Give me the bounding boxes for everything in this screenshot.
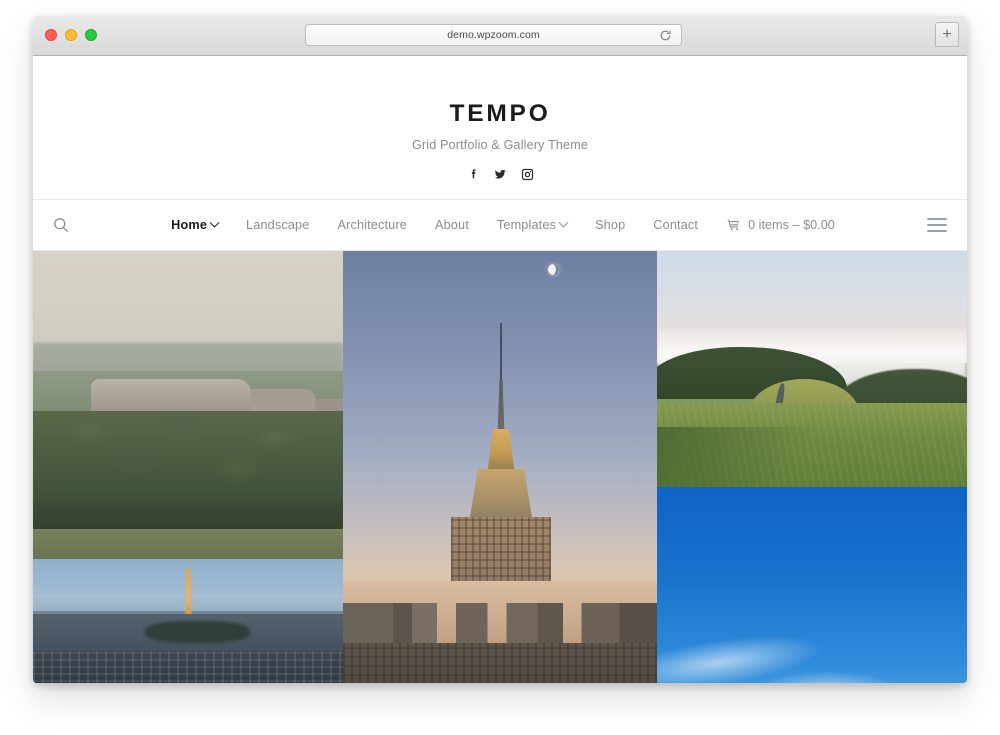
grid-column-center bbox=[343, 251, 657, 683]
nav-item-label: About bbox=[434, 218, 469, 232]
nav-item-label: Templates bbox=[496, 218, 557, 232]
nav-item-label: Architecture bbox=[337, 218, 407, 232]
chevron-down-icon bbox=[209, 217, 220, 228]
photo-mountain-peak[interactable] bbox=[657, 487, 967, 683]
facebook-icon[interactable] bbox=[466, 167, 481, 182]
nav-item-landscape[interactable]: Landscape bbox=[232, 218, 323, 232]
zoom-window-button[interactable] bbox=[85, 29, 97, 41]
nav-item-home[interactable]: Home bbox=[157, 217, 232, 232]
primary-menu: Home Landscape Architecture About Templa… bbox=[151, 217, 849, 232]
search-icon[interactable] bbox=[51, 215, 71, 235]
site-header: TEMPO Grid Portfolio & Gallery Theme bbox=[33, 56, 967, 183]
browser-titlebar: demo.wpzoom.com + bbox=[33, 16, 967, 56]
photo-layer-park bbox=[144, 621, 250, 643]
address-bar[interactable]: demo.wpzoom.com bbox=[305, 24, 682, 46]
photo-tokyo-skyline[interactable] bbox=[33, 559, 343, 683]
grid-column-left bbox=[33, 251, 343, 683]
browser-window: demo.wpzoom.com + TEMPO Grid Portfolio &… bbox=[33, 16, 967, 683]
site-title: TEMPO bbox=[449, 100, 551, 127]
nav-item-shop[interactable]: Shop bbox=[581, 218, 639, 232]
reload-icon[interactable] bbox=[659, 29, 672, 42]
photo-layer-foreground-buildings bbox=[343, 643, 657, 683]
cart-label: 0 items – $0.00 bbox=[748, 218, 835, 232]
photo-forested-hills[interactable] bbox=[33, 251, 343, 559]
screenshot-root: demo.wpzoom.com + TEMPO Grid Portfolio &… bbox=[0, 0, 1000, 735]
nav-item-label: Landscape bbox=[246, 218, 310, 232]
photo-layer-antenna-spire bbox=[500, 323, 502, 385]
instagram-icon[interactable] bbox=[520, 167, 535, 182]
nav-item-label: Home bbox=[171, 218, 208, 232]
hamburger-bar bbox=[927, 218, 947, 220]
nav-item-architecture[interactable]: Architecture bbox=[323, 218, 421, 232]
photo-layer-shadow bbox=[657, 427, 831, 487]
cart-icon bbox=[726, 218, 741, 232]
photo-rolling-hills[interactable] bbox=[657, 251, 967, 487]
hamburger-bar bbox=[927, 224, 947, 226]
twitter-icon[interactable] bbox=[493, 167, 508, 182]
hamburger-menu-icon[interactable] bbox=[927, 218, 947, 232]
nav-item-label: Contact bbox=[653, 218, 699, 232]
nav-item-about[interactable]: About bbox=[421, 218, 483, 232]
photo-layer-city-lights bbox=[33, 679, 343, 683]
photo-layer-cirrus-cloud bbox=[753, 671, 903, 683]
main-navigation-bar: Home Landscape Architecture About Templa… bbox=[33, 199, 967, 251]
new-tab-button[interactable]: + bbox=[935, 22, 959, 47]
chevron-down-icon bbox=[558, 217, 569, 228]
close-window-button[interactable] bbox=[45, 29, 57, 41]
social-links bbox=[33, 165, 967, 183]
photo-layer-field bbox=[33, 529, 343, 559]
portfolio-grid bbox=[33, 251, 967, 683]
photo-empire-state-building[interactable] bbox=[343, 251, 657, 683]
url-text: demo.wpzoom.com bbox=[447, 29, 540, 41]
hamburger-bar bbox=[927, 230, 947, 232]
website-viewport: TEMPO Grid Portfolio & Gallery Theme Hom… bbox=[33, 56, 967, 683]
window-controls bbox=[45, 29, 97, 41]
photo-layer-crescent-moon bbox=[548, 264, 559, 275]
cart-link[interactable]: 0 items – $0.00 bbox=[712, 218, 849, 232]
nav-item-templates[interactable]: Templates bbox=[483, 217, 581, 232]
nav-item-label: Shop bbox=[595, 218, 626, 232]
site-tagline: Grid Portfolio & Gallery Theme bbox=[412, 138, 588, 152]
nav-item-contact[interactable]: Contact bbox=[639, 218, 712, 232]
minimize-window-button[interactable] bbox=[65, 29, 77, 41]
grid-column-right bbox=[657, 251, 967, 683]
